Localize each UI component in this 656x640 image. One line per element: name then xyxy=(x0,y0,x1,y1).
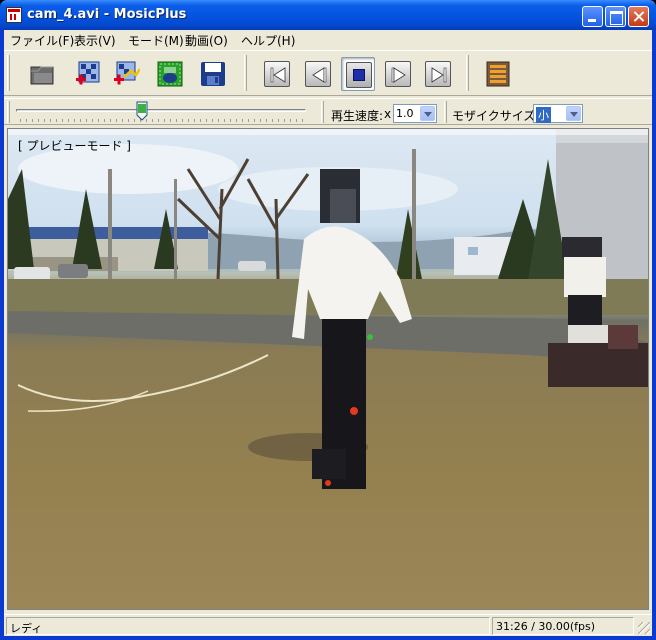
skip-to-end-button[interactable] xyxy=(421,57,455,91)
menu-bar: ファイル(F) 表示(V) モード(M) 動画(O) ヘルプ(H) xyxy=(4,30,652,49)
title-bar[interactable]: cam_4.avi - MosicPlus xyxy=(0,0,656,30)
video-frame xyxy=(8,129,648,489)
step-back-icon xyxy=(305,61,331,87)
step-back-button[interactable] xyxy=(301,57,335,91)
skip-to-end-icon xyxy=(425,61,451,87)
list-icon xyxy=(486,61,510,87)
app-window: cam_4.avi - MosicPlus ファイル(F) 表示(V) モード(… xyxy=(0,0,656,640)
seek-slider-ticks xyxy=(20,119,304,122)
speed-select[interactable]: 1.0 xyxy=(393,104,437,123)
chevron-down-icon[interactable] xyxy=(566,106,581,121)
open-button[interactable] xyxy=(26,57,60,91)
status-panel-main: レディ xyxy=(6,617,490,635)
status-panel-time: 31:26 / 30.00(fps) xyxy=(492,617,634,635)
toolbar-grip[interactable] xyxy=(7,55,10,91)
add-mosaic-button[interactable] xyxy=(72,57,106,91)
save-button[interactable] xyxy=(196,57,230,91)
video-preview[interactable]: [ プレビューモード ] xyxy=(7,128,649,610)
toolbar-grip[interactable] xyxy=(244,55,247,91)
menu-help[interactable]: ヘルプ(H) xyxy=(241,32,295,49)
status-text: レディ xyxy=(10,622,43,635)
open-icon xyxy=(30,66,54,85)
add-track-icon xyxy=(114,61,140,85)
resize-grip[interactable] xyxy=(638,622,650,634)
status-time: 31:26 / 30.00(fps) xyxy=(496,620,596,633)
speed-prefix: x xyxy=(384,107,392,121)
preview-mode-label: [ プレビューモード ] xyxy=(18,139,131,153)
playback-bar: 再生速度: x 1.0 モザイクサイズ: 小 xyxy=(4,98,652,125)
menu-file[interactable]: ファイル(F) xyxy=(10,32,74,49)
app-icon[interactable] xyxy=(6,7,22,23)
seek-slider-thumb[interactable] xyxy=(136,101,148,121)
step-forward-button[interactable] xyxy=(381,57,415,91)
add-track-button[interactable] xyxy=(110,57,144,91)
mosaic-size-value: 小 xyxy=(536,107,551,123)
toolbar-grip[interactable] xyxy=(321,101,324,123)
speed-value: 1.0 xyxy=(396,107,414,120)
add-grid-icon xyxy=(76,61,100,85)
speed-label: 再生速度: xyxy=(331,109,384,123)
window-title: cam_4.avi - MosicPlus xyxy=(27,7,187,22)
mosaic-size-label: モザイクサイズ: xyxy=(452,109,540,123)
chevron-down-icon[interactable] xyxy=(420,106,435,121)
skip-to-start-button[interactable] xyxy=(260,57,294,91)
menu-video[interactable]: 動画(O) xyxy=(185,32,228,49)
toolbar xyxy=(4,50,652,96)
face-mosaic-button[interactable] xyxy=(153,57,187,91)
maximize-button[interactable] xyxy=(605,6,626,27)
mosaic-size-select[interactable]: 小 xyxy=(533,104,583,123)
toolbar-grip[interactable] xyxy=(7,101,10,123)
stop-button[interactable] xyxy=(341,57,375,91)
save-icon xyxy=(201,62,225,86)
menu-mode[interactable]: モード(M) xyxy=(128,32,184,49)
status-bar: レディ 31:26 / 30.00(fps) xyxy=(4,614,652,636)
close-button[interactable] xyxy=(628,6,649,27)
toolbar-grip[interactable] xyxy=(466,55,469,91)
toolbar-grip[interactable] xyxy=(444,101,447,123)
client-area: ファイル(F) 表示(V) モード(M) 動画(O) ヘルプ(H) 再生速度: … xyxy=(4,30,652,636)
stop-icon xyxy=(346,62,372,88)
step-forward-icon xyxy=(385,61,411,87)
minimize-button[interactable] xyxy=(582,6,603,27)
face-mosaic-icon xyxy=(157,61,183,87)
menu-view[interactable]: 表示(V) xyxy=(74,32,116,49)
seek-slider-track[interactable] xyxy=(16,109,306,112)
skip-to-start-icon xyxy=(264,61,290,87)
list-button[interactable] xyxy=(481,57,515,91)
